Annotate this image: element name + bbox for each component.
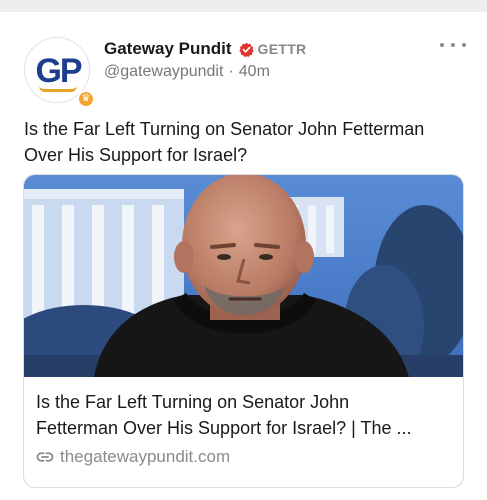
link-domain: thegatewaypundit.com bbox=[60, 447, 231, 466]
handle-row: @gatewaypundit · 40m bbox=[104, 63, 270, 81]
separator-dot: · bbox=[228, 63, 234, 80]
top-bar bbox=[0, 0, 487, 12]
avatar[interactable]: GP ♛ bbox=[24, 37, 95, 108]
dot bbox=[440, 43, 444, 47]
article-thumbnail bbox=[24, 175, 463, 377]
crown-badge-icon: ♛ bbox=[77, 90, 95, 108]
dot bbox=[462, 43, 466, 47]
link-card-title[interactable]: Is the Far Left Turning on Senator John … bbox=[36, 389, 456, 441]
author-row: Gateway Pundit GETTR bbox=[104, 38, 306, 60]
author-handle[interactable]: @gatewaypundit bbox=[104, 63, 223, 81]
dot bbox=[451, 43, 455, 47]
gettr-post[interactable]: GP ♛ Gateway Pundit GETTR @gatewaypundit… bbox=[0, 12, 487, 500]
more-options-icon[interactable] bbox=[440, 38, 466, 52]
link-source-row[interactable]: thegatewaypundit.com bbox=[36, 447, 230, 467]
platform-label: GETTR bbox=[257, 41, 307, 57]
post-text: Is the Far Left Turning on Senator John … bbox=[24, 119, 425, 165]
link-icon bbox=[36, 452, 54, 462]
verified-badge-icon bbox=[238, 42, 254, 57]
author-name[interactable]: Gateway Pundit bbox=[104, 39, 232, 59]
post-time: 40m bbox=[238, 63, 270, 80]
logo-swoosh bbox=[39, 86, 77, 92]
link-preview-card[interactable]: Is the Far Left Turning on Senator John … bbox=[23, 174, 464, 488]
